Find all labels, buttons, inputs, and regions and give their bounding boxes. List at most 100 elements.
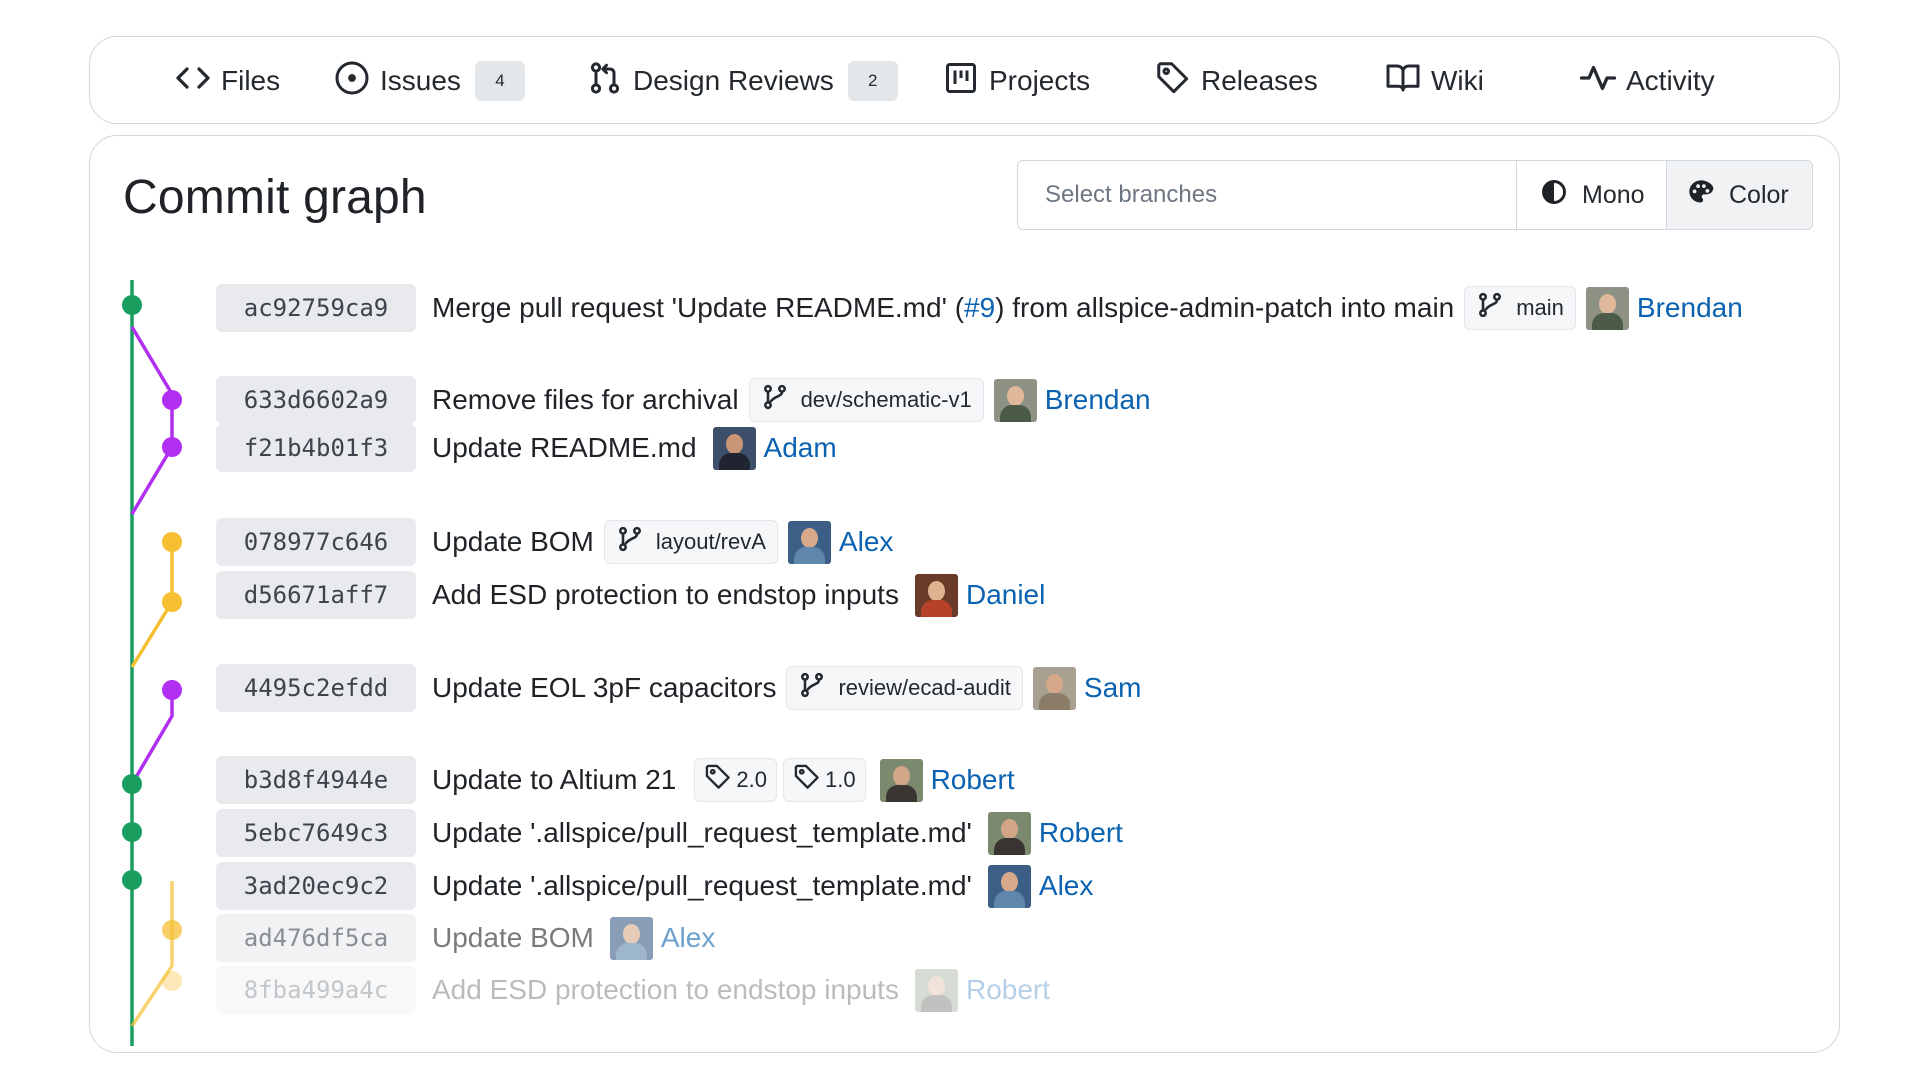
mono-button[interactable]: Mono xyxy=(1517,161,1667,229)
commit-message[interactable]: Update '.allspice/pull_request_template.… xyxy=(432,870,972,902)
tab-issues[interactable]: Issues 4 xyxy=(334,37,525,125)
author-name: Brendan xyxy=(1636,292,1743,323)
author-name: Robert xyxy=(930,764,1015,795)
commit-author[interactable]: Robert xyxy=(914,968,1051,1012)
commit-author[interactable]: Adam xyxy=(712,426,837,470)
commit-author[interactable]: Alex xyxy=(787,520,893,564)
commit-node xyxy=(162,920,182,940)
commit-message[interactable]: Remove files for archival xyxy=(432,384,739,416)
tab-label: Projects xyxy=(989,65,1091,96)
branch-chip[interactable]: review/ecad-audit xyxy=(786,666,1023,710)
branch-chip[interactable]: layout/revA xyxy=(603,520,778,564)
commit-sha[interactable]: 3ad20ec9c2 xyxy=(216,862,416,910)
pulse-icon xyxy=(1579,60,1626,103)
commit-row: f21b4b01f3 Update README.md Adam xyxy=(216,424,837,472)
commit-row: 8fba499a4c Add ESD protection to endstop… xyxy=(216,966,1050,1014)
commit-message[interactable]: Add ESD protection to endstop inputs xyxy=(432,974,899,1006)
branch-chip[interactable]: dev/schematic-v1 xyxy=(748,378,984,422)
git-branch-icon xyxy=(761,383,801,417)
commit-author[interactable]: Sam xyxy=(1032,666,1142,710)
avatar xyxy=(914,968,958,1012)
commit-author[interactable]: Daniel xyxy=(914,573,1045,617)
branch-select-input[interactable] xyxy=(1018,161,1517,229)
tab-projects[interactable]: Projects xyxy=(943,37,1090,125)
tab-activity[interactable]: Activity xyxy=(1579,37,1715,125)
commit-sha[interactable]: 4495c2efdd xyxy=(216,664,416,712)
commit-message[interactable]: Add ESD protection to endstop inputs xyxy=(432,579,899,611)
tag-chip[interactable]: 1.0 xyxy=(782,758,866,802)
commit-node xyxy=(122,822,142,842)
commit-author[interactable]: Brendan xyxy=(1585,286,1743,330)
commit-message[interactable]: Update BOM xyxy=(432,526,594,558)
color-button[interactable]: Color xyxy=(1667,161,1812,229)
author-name: Robert xyxy=(965,974,1051,1005)
commit-node xyxy=(162,390,182,410)
tag-icon xyxy=(704,763,736,797)
pr-link[interactable]: #9 xyxy=(964,292,995,323)
commit-node xyxy=(162,592,182,612)
color-label: Color xyxy=(1729,180,1789,209)
commit-sha[interactable]: ac92759ca9 xyxy=(216,284,416,332)
design-reviews-count-badge: 2 xyxy=(847,61,898,101)
commit-row: 633d6602a9 Remove files for archival dev… xyxy=(216,376,1151,424)
tag-name: 1.0 xyxy=(824,767,856,792)
repo-tab-bar: Files Issues 4 Design Reviews 2 Projects… xyxy=(89,36,1840,124)
commit-message[interactable]: Merge pull request 'Update README.md' (#… xyxy=(432,292,1454,324)
commit-author[interactable]: Alex xyxy=(609,916,716,960)
commit-node xyxy=(122,870,142,890)
yellow-branch-line-2 xyxy=(130,881,174,1027)
commit-message[interactable]: Update BOM xyxy=(432,922,594,954)
commit-sha[interactable]: 8fba499a4c xyxy=(216,966,416,1014)
tab-releases[interactable]: Releases xyxy=(1155,37,1318,125)
commit-sha[interactable]: b3d8f4944e xyxy=(216,756,416,804)
tab-label: Releases xyxy=(1201,65,1318,96)
commit-author[interactable]: Brendan xyxy=(993,378,1151,422)
commit-node xyxy=(122,295,142,315)
author-name: Alex xyxy=(660,922,716,953)
git-branch-icon xyxy=(1476,291,1516,325)
tag-chip[interactable]: 2.0 xyxy=(694,758,777,802)
avatar xyxy=(712,426,756,470)
avatar xyxy=(987,811,1031,855)
commit-node xyxy=(122,774,142,794)
commit-author[interactable]: Robert xyxy=(879,758,1015,802)
tab-label: Wiki xyxy=(1431,65,1484,96)
issue-opened-icon xyxy=(334,60,380,103)
author-name: Alex xyxy=(1038,870,1094,901)
book-icon xyxy=(1385,60,1431,103)
tab-label: Design Reviews xyxy=(633,65,834,96)
avatar xyxy=(1032,666,1076,710)
page-title: Commit graph xyxy=(123,171,427,224)
tab-design-reviews[interactable]: Design Reviews 2 xyxy=(587,37,898,125)
commit-sha[interactable]: 5ebc7649c3 xyxy=(216,809,416,857)
author-name: Sam xyxy=(1083,672,1142,703)
commit-row: 3ad20ec9c2 Update '.allspice/pull_reques… xyxy=(216,862,1093,910)
mono-label: Mono xyxy=(1582,180,1645,209)
avatar xyxy=(1585,286,1629,330)
commit-author[interactable]: Alex xyxy=(987,864,1094,908)
commit-row: 078977c646 Update BOM layout/revA Alex xyxy=(216,518,893,566)
purple-branch-line xyxy=(130,326,174,515)
commit-message-prefix: Merge pull request 'Update README.md' ( xyxy=(432,292,965,323)
avatar xyxy=(879,758,923,802)
commit-sha[interactable]: d56671aff7 xyxy=(216,571,416,619)
avatar xyxy=(787,520,831,564)
tab-label: Activity xyxy=(1626,65,1715,96)
tab-files[interactable]: Files xyxy=(175,37,280,125)
tag-icon xyxy=(1155,60,1201,103)
commit-sha[interactable]: ad476df5ca xyxy=(216,914,416,962)
commit-sha[interactable]: f21b4b01f3 xyxy=(216,424,416,472)
author-name: Brendan xyxy=(1044,384,1151,415)
branch-chip[interactable]: main xyxy=(1464,286,1576,330)
issues-count-badge: 4 xyxy=(474,61,525,101)
branch-name: layout/revA xyxy=(655,529,766,554)
commit-message[interactable]: Update EOL 3pF capacitors xyxy=(432,672,776,704)
commit-sha[interactable]: 633d6602a9 xyxy=(216,376,416,424)
commit-author[interactable]: Robert xyxy=(987,811,1123,855)
author-name: Robert xyxy=(1038,817,1123,848)
commit-message[interactable]: Update README.md xyxy=(432,432,697,464)
commit-sha[interactable]: 078977c646 xyxy=(216,518,416,566)
tab-wiki[interactable]: Wiki xyxy=(1385,37,1484,125)
commit-message[interactable]: Update to Altium 21 xyxy=(432,764,676,796)
commit-message[interactable]: Update '.allspice/pull_request_template.… xyxy=(432,817,972,849)
